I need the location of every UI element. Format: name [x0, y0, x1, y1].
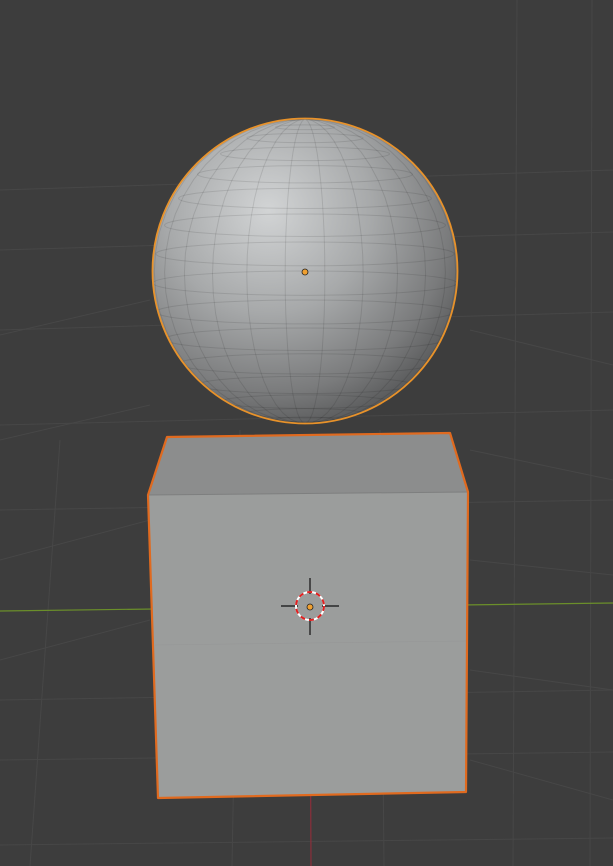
cube-object[interactable] — [146, 431, 470, 800]
cube-origin-dot[interactable] — [306, 603, 314, 611]
3d-viewport[interactable] — [0, 0, 613, 866]
sphere-object[interactable] — [151, 117, 459, 425]
cube-top-face[interactable] — [148, 433, 468, 495]
sphere-origin-dot[interactable] — [301, 268, 309, 276]
viewport-canvas[interactable] — [0, 0, 613, 866]
cube-front-face[interactable] — [148, 492, 468, 798]
